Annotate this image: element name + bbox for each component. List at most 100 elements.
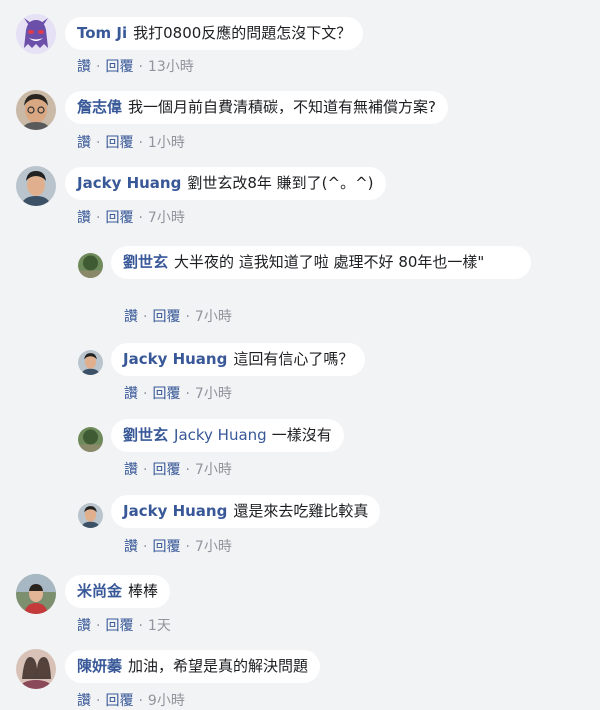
like-link[interactable]: 讚 xyxy=(77,135,91,151)
comment-text: 這回有信心了嗎？ xyxy=(233,350,354,368)
avatar[interactable] xyxy=(78,503,103,528)
timestamp-link[interactable]: 7小時 xyxy=(195,462,232,478)
avatar[interactable] xyxy=(78,350,103,375)
comment-bubble: 劉世玄 大半夜的 這我知道了啦 處理不好 80年也一樣" xyxy=(111,246,531,279)
separator-dot: · xyxy=(96,618,101,634)
comment-actions: 讚 · 回覆 · 1天 xyxy=(77,617,171,635)
like-link[interactable]: 讚 xyxy=(124,539,138,555)
avatar[interactable] xyxy=(16,649,56,689)
like-link[interactable]: 讚 xyxy=(77,210,91,226)
avatar[interactable] xyxy=(78,427,103,452)
separator-dot: · xyxy=(143,539,148,555)
reply-link[interactable]: 回覆 xyxy=(152,309,180,325)
timestamp-link[interactable]: 7小時 xyxy=(148,210,185,226)
timestamp-link[interactable]: 1天 xyxy=(148,618,171,634)
separator-dot: · xyxy=(138,59,143,75)
separator-dot: · xyxy=(96,59,101,75)
comment-bubble: Tom Ji 我打0800反應的問題怎沒下文？ xyxy=(65,17,364,50)
person-avatar-icon xyxy=(16,574,56,614)
person-avatar-icon xyxy=(16,649,56,689)
comment-thread: Tom Ji 我打0800反應的問題怎沒下文？ 讚 · 回覆 · 13小時 詹志偉 我一個月… xyxy=(0,0,600,709)
comment-bubble: Jacky Huang 劉世玄改8年 賺到了(^。^) xyxy=(65,167,386,200)
landscape-avatar-icon xyxy=(78,427,103,452)
comment-text: 加油，希望是真的解決問題 xyxy=(128,657,309,675)
comment-actions: 讚 · 回覆 · 7小時 xyxy=(124,385,232,403)
comment-author-link[interactable]: Jacky Huang xyxy=(123,502,227,520)
like-link[interactable]: 讚 xyxy=(124,309,138,325)
comment-author-link[interactable]: 米尚金 xyxy=(77,582,122,600)
comment-actions: 讚 · 回覆 · 7小時 xyxy=(124,538,232,556)
comment-text: 我一個月前自費清積碳，不知道有無補償方案? xyxy=(128,98,436,116)
separator-dot: · xyxy=(96,210,101,226)
person-avatar-icon xyxy=(16,90,56,130)
separator-dot: · xyxy=(138,618,143,634)
avatar[interactable] xyxy=(78,253,103,278)
comment-text: 一樣沒有 xyxy=(271,426,332,444)
comment-text: 劉世玄改8年 賺到了(^。^) xyxy=(187,174,374,192)
reply-link[interactable]: 回覆 xyxy=(152,539,180,555)
reply-link[interactable]: 回覆 xyxy=(105,618,133,634)
separator-dot: · xyxy=(185,309,190,325)
comment-bubble: 詹志偉 我一個月前自費清積碳，不知道有無補償方案? xyxy=(65,91,448,124)
comment-actions: 讚 · 回覆 · 7小時 xyxy=(77,209,185,227)
avatar[interactable] xyxy=(16,14,56,54)
comment-actions: 讚 · 回覆 · 7小時 xyxy=(124,461,232,479)
comment-author-link[interactable]: 劉世玄 xyxy=(123,253,168,271)
like-link[interactable]: 讚 xyxy=(77,693,91,709)
timestamp-link[interactable]: 7小時 xyxy=(195,539,232,555)
like-link[interactable]: 讚 xyxy=(124,462,138,478)
reply-link[interactable]: 回覆 xyxy=(105,693,133,709)
separator-dot: · xyxy=(185,462,190,478)
reply-link[interactable]: 回覆 xyxy=(105,135,133,151)
like-link[interactable]: 讚 xyxy=(77,618,91,634)
timestamp-link[interactable]: 1小時 xyxy=(148,135,185,151)
separator-dot: · xyxy=(138,693,143,709)
avatar[interactable] xyxy=(16,574,56,614)
avatar[interactable] xyxy=(16,166,56,206)
comment-text: 我打0800反應的問題怎沒下文？ xyxy=(133,24,352,42)
comment-author-link[interactable]: Jacky Huang xyxy=(77,174,181,192)
person-avatar-icon xyxy=(78,503,103,528)
comment-author-link[interactable]: 陳妍蓁 xyxy=(77,657,122,675)
comment-actions: 讚 · 回覆 · 1小時 xyxy=(77,134,185,152)
reply-link[interactable]: 回覆 xyxy=(105,59,133,75)
comment-bubble: 陳妍蓁 加油，希望是真的解決問題 xyxy=(65,650,321,683)
separator-dot: · xyxy=(138,210,143,226)
separator-dot: · xyxy=(96,693,101,709)
comment-actions: 讚 · 回覆 · 9小時 xyxy=(77,692,185,710)
separator-dot: · xyxy=(143,309,148,325)
timestamp-link[interactable]: 7小時 xyxy=(195,386,232,402)
separator-dot: · xyxy=(185,539,190,555)
like-link[interactable]: 讚 xyxy=(77,59,91,75)
separator-dot: · xyxy=(143,462,148,478)
comment-author-link[interactable]: Jacky Huang xyxy=(123,350,227,368)
comment-actions: 讚 · 回覆 · 7小時 xyxy=(124,308,232,326)
comment-bubble: 米尚金 棒棒 xyxy=(65,575,171,608)
comment-actions: 讚 · 回覆 · 13小時 xyxy=(77,58,194,76)
separator-dot: · xyxy=(138,135,143,151)
mention-link[interactable]: Jacky Huang xyxy=(174,426,267,444)
separator-dot: · xyxy=(185,386,190,402)
person-avatar-icon xyxy=(78,350,103,375)
separator-dot: · xyxy=(143,386,148,402)
comment-text: 還是來去吃雞比較真 xyxy=(233,502,369,520)
comment-author-link[interactable]: Tom Ji xyxy=(77,24,127,42)
ghost-avatar-icon xyxy=(16,14,56,54)
separator-dot: · xyxy=(96,135,101,151)
avatar[interactable] xyxy=(16,90,56,130)
comment-text: 棒棒 xyxy=(128,582,159,600)
landscape-avatar-icon xyxy=(78,253,103,278)
comment-bubble: 劉世玄 Jacky Huang 一樣沒有 xyxy=(111,419,344,452)
comment-text: 大半夜的 這我知道了啦 處理不好 80年也一樣" xyxy=(174,253,485,271)
timestamp-link[interactable]: 9小時 xyxy=(148,693,185,709)
timestamp-link[interactable]: 13小時 xyxy=(148,59,194,75)
timestamp-link[interactable]: 7小時 xyxy=(195,309,232,325)
comment-author-link[interactable]: 劉世玄 xyxy=(123,426,168,444)
reply-link[interactable]: 回覆 xyxy=(105,210,133,226)
comment-bubble: Jacky Huang 還是來去吃雞比較真 xyxy=(111,495,381,528)
person-avatar-icon xyxy=(16,166,56,206)
reply-link[interactable]: 回覆 xyxy=(152,462,180,478)
reply-link[interactable]: 回覆 xyxy=(152,386,180,402)
comment-author-link[interactable]: 詹志偉 xyxy=(77,98,122,116)
like-link[interactable]: 讚 xyxy=(124,386,138,402)
